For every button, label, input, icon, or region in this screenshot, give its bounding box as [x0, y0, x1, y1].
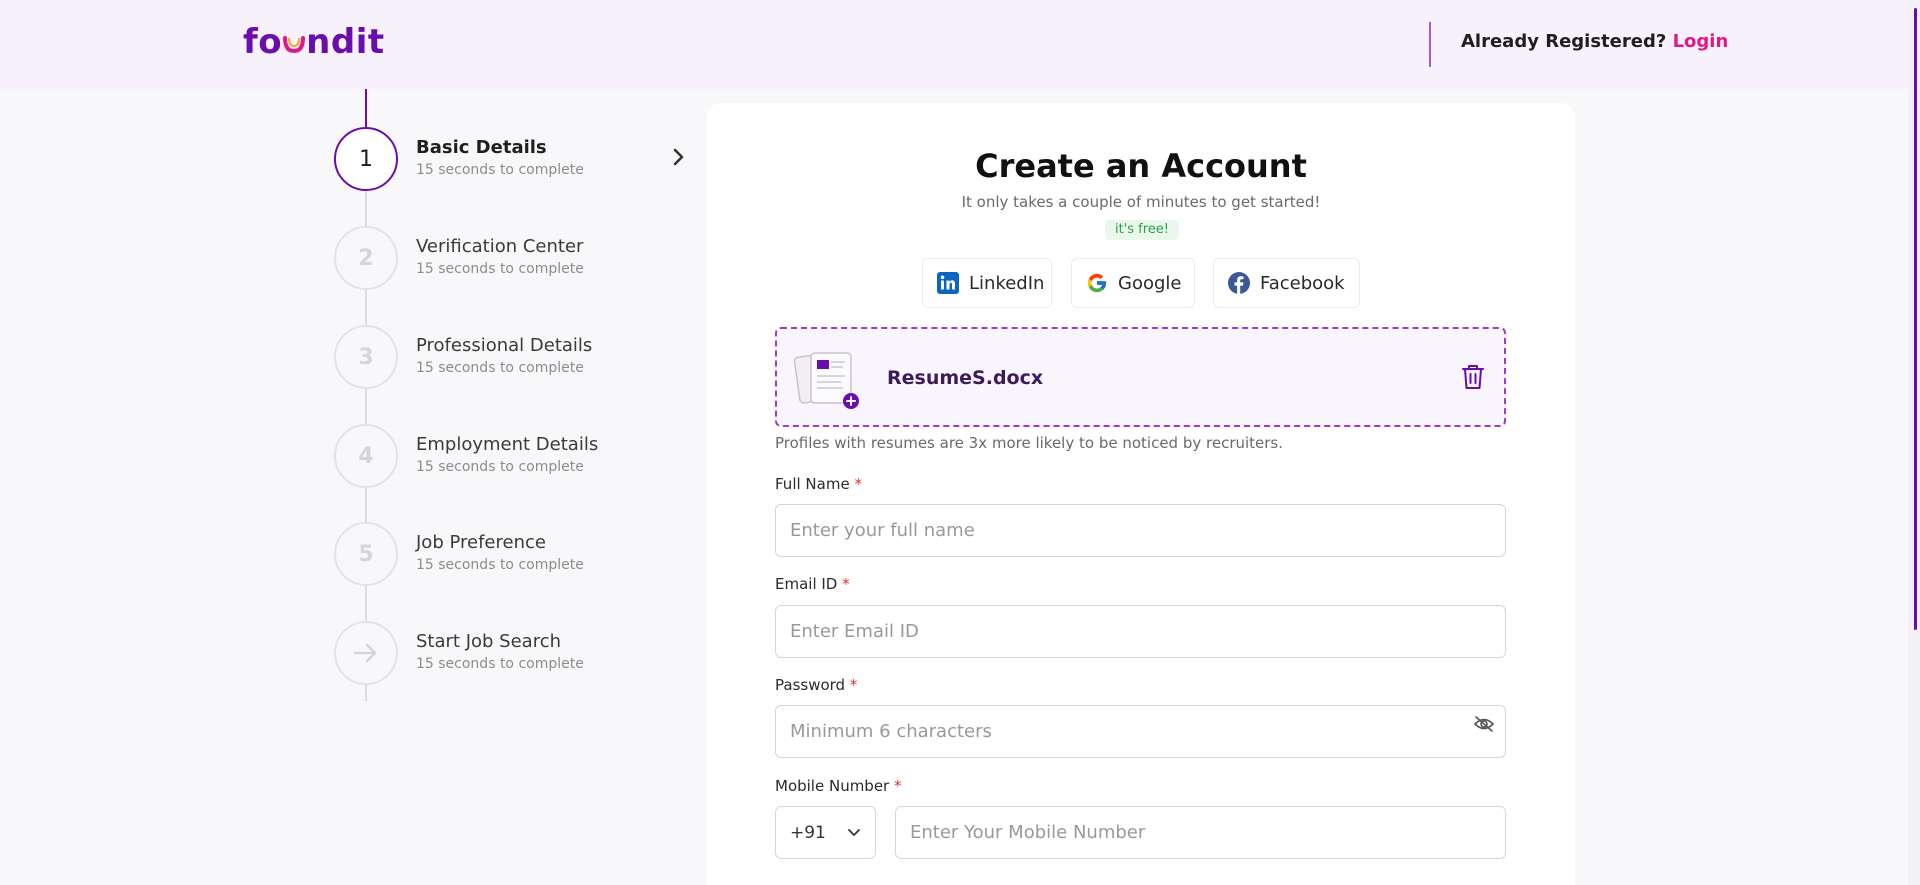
step-subtitle: 15 seconds to complete [416, 459, 584, 475]
page-scrollbar[interactable] [1908, 0, 1920, 885]
page-title: Create an Account [975, 147, 1307, 185]
resume-document-icon [793, 352, 859, 409]
step-title: Verification Center [416, 236, 584, 257]
facebook-icon [1228, 272, 1250, 294]
step-title: Basic Details [416, 137, 547, 158]
step-title: Start Job Search [416, 631, 562, 652]
login-prompt: Already Registered? Login [1461, 31, 1729, 52]
mobile-label: Mobile Number * [775, 777, 902, 795]
arrow-right-icon [353, 643, 377, 663]
full-name-label: Full Name * [775, 475, 862, 493]
chevron-right-icon [673, 148, 684, 166]
password-input[interactable] [775, 705, 1506, 758]
header-divider [1429, 22, 1431, 67]
step-subtitle: 15 seconds to complete [416, 261, 584, 277]
step-job-preference[interactable]: 5 Job Preference 15 seconds to complete [334, 522, 694, 586]
logo-smile-icon [283, 36, 306, 53]
email-label: Email ID * [775, 575, 850, 593]
step-basic-details[interactable]: 1 Basic Details 15 seconds to complete [334, 127, 694, 191]
login-link[interactable]: Login [1673, 31, 1729, 52]
page-subtitle: It only takes a couple of minutes to get… [961, 193, 1321, 211]
chevron-down-icon [848, 829, 860, 836]
step-number: 2 [334, 226, 398, 290]
stepper-line-active [365, 89, 367, 127]
country-code-select[interactable]: +91 [775, 806, 876, 859]
step-icon-circle [334, 621, 398, 685]
full-name-input[interactable] [775, 504, 1506, 557]
step-title: Professional Details [416, 335, 593, 356]
scrollbar-thumb[interactable] [1914, 8, 1917, 630]
top-header: fo ndit Already Registered? Login [0, 0, 1920, 89]
linkedin-button[interactable]: LinkedIn [922, 258, 1052, 308]
resume-hint: Profiles with resumes are 3x more likely… [775, 434, 1284, 452]
step-verification-center[interactable]: 2 Verification Center 15 seconds to comp… [334, 226, 694, 290]
google-icon [1086, 272, 1108, 294]
linkedin-icon [937, 272, 959, 294]
step-number: 5 [334, 522, 398, 586]
password-label: Password * [775, 676, 858, 694]
free-badge: it's free! [1105, 220, 1179, 240]
google-button[interactable]: Google [1071, 258, 1195, 308]
step-subtitle: 15 seconds to complete [416, 360, 584, 376]
trash-icon[interactable] [1460, 363, 1486, 391]
eye-off-icon[interactable] [1473, 715, 1495, 733]
step-title: Job Preference [416, 532, 546, 553]
resume-upload-box[interactable]: ResumeS.docx [775, 327, 1506, 427]
step-professional-details[interactable]: 3 Professional Details 15 seconds to com… [334, 325, 694, 389]
facebook-button[interactable]: Facebook [1213, 258, 1360, 308]
step-number: 1 [334, 127, 398, 191]
step-number: 3 [334, 325, 398, 389]
create-account-card: Create an Account It only takes a couple… [707, 103, 1575, 885]
registration-stepper: 1 Basic Details 15 seconds to complete 2… [334, 89, 694, 701]
step-title: Employment Details [416, 434, 599, 455]
step-number: 4 [334, 424, 398, 488]
mobile-number-input[interactable] [895, 806, 1506, 859]
social-login-row: LinkedIn Google Facebook [707, 258, 1575, 308]
step-subtitle: 15 seconds to complete [416, 557, 584, 573]
email-input[interactable] [775, 605, 1506, 658]
step-subtitle: 15 seconds to complete [416, 162, 584, 178]
resume-filename: ResumeS.docx [887, 367, 1044, 389]
step-start-job-search[interactable]: Start Job Search 15 seconds to complete [334, 621, 694, 685]
foundit-logo[interactable]: fo ndit [243, 22, 385, 62]
step-employment-details[interactable]: 4 Employment Details 15 seconds to compl… [334, 424, 694, 488]
step-subtitle: 15 seconds to complete [416, 656, 584, 672]
